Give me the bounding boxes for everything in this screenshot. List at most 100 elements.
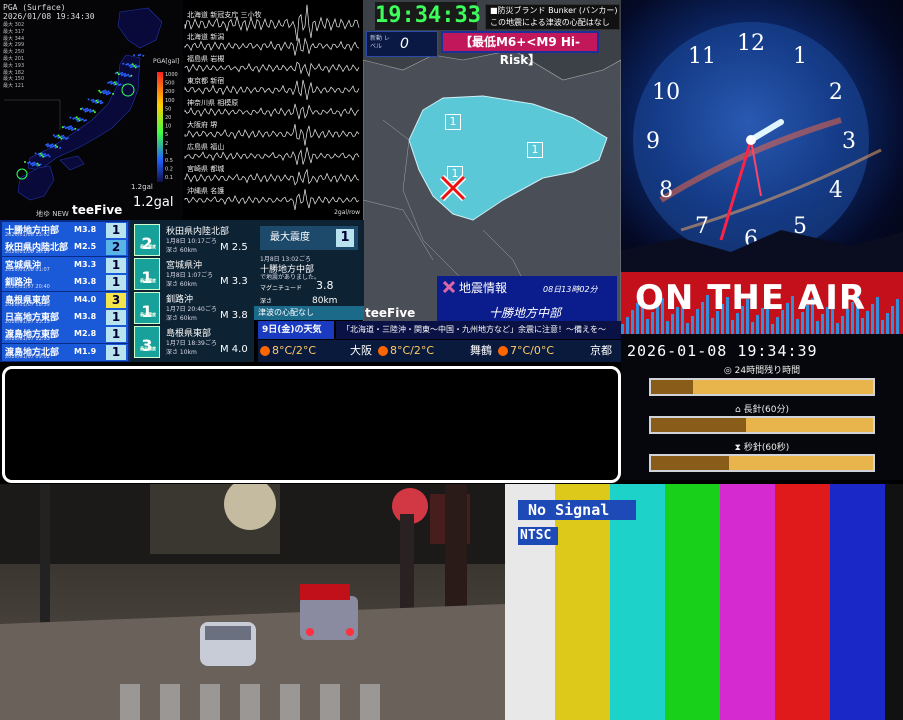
datetime-panel: 2026-01-08 19:34:39 ◎ 24時間残り時間 ⌂ 長針(60分)… xyxy=(621,334,903,480)
detail-time: 1月7日 18:39ごろ xyxy=(166,340,217,347)
quake-magnitude: M3.3 xyxy=(74,259,97,269)
level-value: 0 xyxy=(400,36,409,52)
ntsc-label: NTSC xyxy=(518,527,558,545)
intensity-marker: 1 xyxy=(445,114,461,130)
detail-shindo: 最大震度 1 xyxy=(134,258,160,290)
waveform-station: 北海道 新潟 xyxy=(187,33,225,41)
station-dot xyxy=(142,54,145,57)
station-dot xyxy=(117,73,120,76)
detail-time: 1月7日 20:40ごろ xyxy=(166,306,217,313)
depth-label: 深さ xyxy=(260,298,273,305)
eq-info-place: 十勝地方中部 xyxy=(489,306,562,320)
quake-detail-row: 最大震度 3 島根県東部 1月7日 18:39ごろ 深さ 10km M 4.0 xyxy=(132,324,252,362)
station-dot xyxy=(128,75,131,78)
pga-brand-logo: teeFive xyxy=(72,203,123,217)
weather-temp: 7°C/0°C xyxy=(510,344,555,357)
waveform-trace xyxy=(184,61,360,78)
station-dot xyxy=(92,100,95,103)
audio-bar xyxy=(621,324,624,334)
clock-numeral: 4 xyxy=(829,178,843,203)
hourglass-icon: ⧗ xyxy=(734,443,744,453)
quake-magnitude: M4.0 xyxy=(74,294,97,304)
audio-bar xyxy=(896,299,899,334)
progress-minute xyxy=(649,416,875,434)
progress-label-text: 24時間残り時間 xyxy=(734,366,801,376)
legend-tick: 20 xyxy=(165,115,171,121)
detail-shindo: 最大震度 1 xyxy=(134,292,160,324)
waveform-station: 福島県 岩槻 xyxy=(187,55,225,63)
station-dot xyxy=(110,82,113,85)
station-dot xyxy=(65,137,68,140)
audio-bar xyxy=(646,319,649,334)
station-dot xyxy=(130,63,133,66)
station-dot xyxy=(87,109,90,112)
legend-tick: 100 xyxy=(165,98,175,104)
legend-tick: 500 xyxy=(165,81,175,87)
pga-news-label: 地ゆ NEW xyxy=(36,210,69,218)
pga-map-panel: PGA (Surface) 2026/01/08 19:34:30 最大 302 … xyxy=(0,0,183,220)
depth-value: 80km xyxy=(312,296,338,306)
audio-bar xyxy=(836,323,839,334)
audio-bar xyxy=(691,316,694,334)
station-dot xyxy=(76,120,79,123)
station-dot xyxy=(69,116,72,119)
station-dot xyxy=(132,54,135,57)
quake-row: 釧路沖 2026/01/07 20:40 M3.8 1 xyxy=(2,274,128,292)
max-intensity-note: で地震がありました。 xyxy=(260,274,321,281)
waveform-station: 北海道 新冠支庁 三小牧 xyxy=(187,11,262,19)
detail-shindo-label: 最大震度 xyxy=(140,346,156,351)
progress-fill xyxy=(651,380,694,394)
station-dot xyxy=(77,128,80,131)
quake-history-list: 十勝地方中部 2026/01/08 13:02 M3.8 1 秋田県内陸北部 2026/0… xyxy=(0,220,130,362)
station-dot xyxy=(59,146,62,149)
quake-date: 2026/01/07 20:40 xyxy=(5,284,50,291)
progress-24h xyxy=(649,378,875,396)
quake-magnitude: M1.9 xyxy=(74,346,97,356)
clock-numeral: 7 xyxy=(695,214,709,239)
progress-label-text: 長針(60分) xyxy=(743,405,790,415)
magnitude-label: マグニチュード xyxy=(260,285,303,292)
waveform-station: 東京都 新宿 xyxy=(187,77,225,85)
waveform-station: 神奈川県 相模原 xyxy=(187,99,239,107)
earthquake-info-box: 地震情報 08日13時02分 十勝地方中部 xyxy=(437,276,617,326)
camera-scene xyxy=(0,484,505,720)
station-dot xyxy=(24,161,26,163)
station-dot xyxy=(134,66,137,69)
station-dot xyxy=(67,128,70,131)
waveform-unit: 2gal/row xyxy=(334,209,360,216)
magnitude-value: 3.8 xyxy=(316,279,334,292)
station-dot xyxy=(134,64,137,67)
quake-detail-row: 最大震度 1 釧路沖 1月7日 20:40ごろ 深さ 60km M 3.8 xyxy=(132,290,252,328)
waveform-station: 大阪府 堺 xyxy=(187,121,218,129)
detail-magnitude: M 3.8 xyxy=(220,310,248,321)
station-dot xyxy=(36,164,39,167)
sun-icon xyxy=(260,346,270,356)
color-bar xyxy=(720,484,775,720)
weather-city-name: 京都 xyxy=(590,344,612,357)
audio-bar xyxy=(686,323,689,334)
station-dot xyxy=(95,101,98,104)
progress-fill xyxy=(651,456,729,470)
clock-numeral: 12 xyxy=(737,31,765,56)
station-dot xyxy=(54,146,57,149)
legend-tick: 5 xyxy=(165,132,168,138)
street-camera-feed xyxy=(0,484,505,720)
clock-numeral: 2 xyxy=(829,80,843,105)
audio-bar xyxy=(861,318,864,334)
color-bar xyxy=(775,484,830,720)
detail-depth: 深さ 10km xyxy=(166,349,197,356)
legend-tick: 200 xyxy=(165,89,175,95)
quake-date: 2026/01/08 01:07 xyxy=(5,266,50,273)
level-label: 新動 レベル xyxy=(370,35,390,50)
waveform-panel: 北海道 新冠支庁 三小牧 北海道 新潟 福島県 岩槻 東京都 新宿神奈川県 相模原 大阪… xyxy=(183,0,363,220)
tsunami-status: 津波の心配なし xyxy=(254,306,364,320)
audio-bar xyxy=(866,311,869,334)
station-dot xyxy=(98,89,101,92)
quake-date: 2026/01/07 09:02 xyxy=(5,353,50,360)
quake-row: 渡島地方東部 2026/01/07 12:03 M2.8 1 xyxy=(2,326,128,344)
quake-row: 十勝地方中部 2026/01/08 13:02 M3.8 1 xyxy=(2,222,128,239)
station-dot xyxy=(93,111,96,114)
station-dot xyxy=(87,98,90,101)
station-dot xyxy=(129,66,132,69)
clock-icon: ⌂ xyxy=(734,405,744,415)
